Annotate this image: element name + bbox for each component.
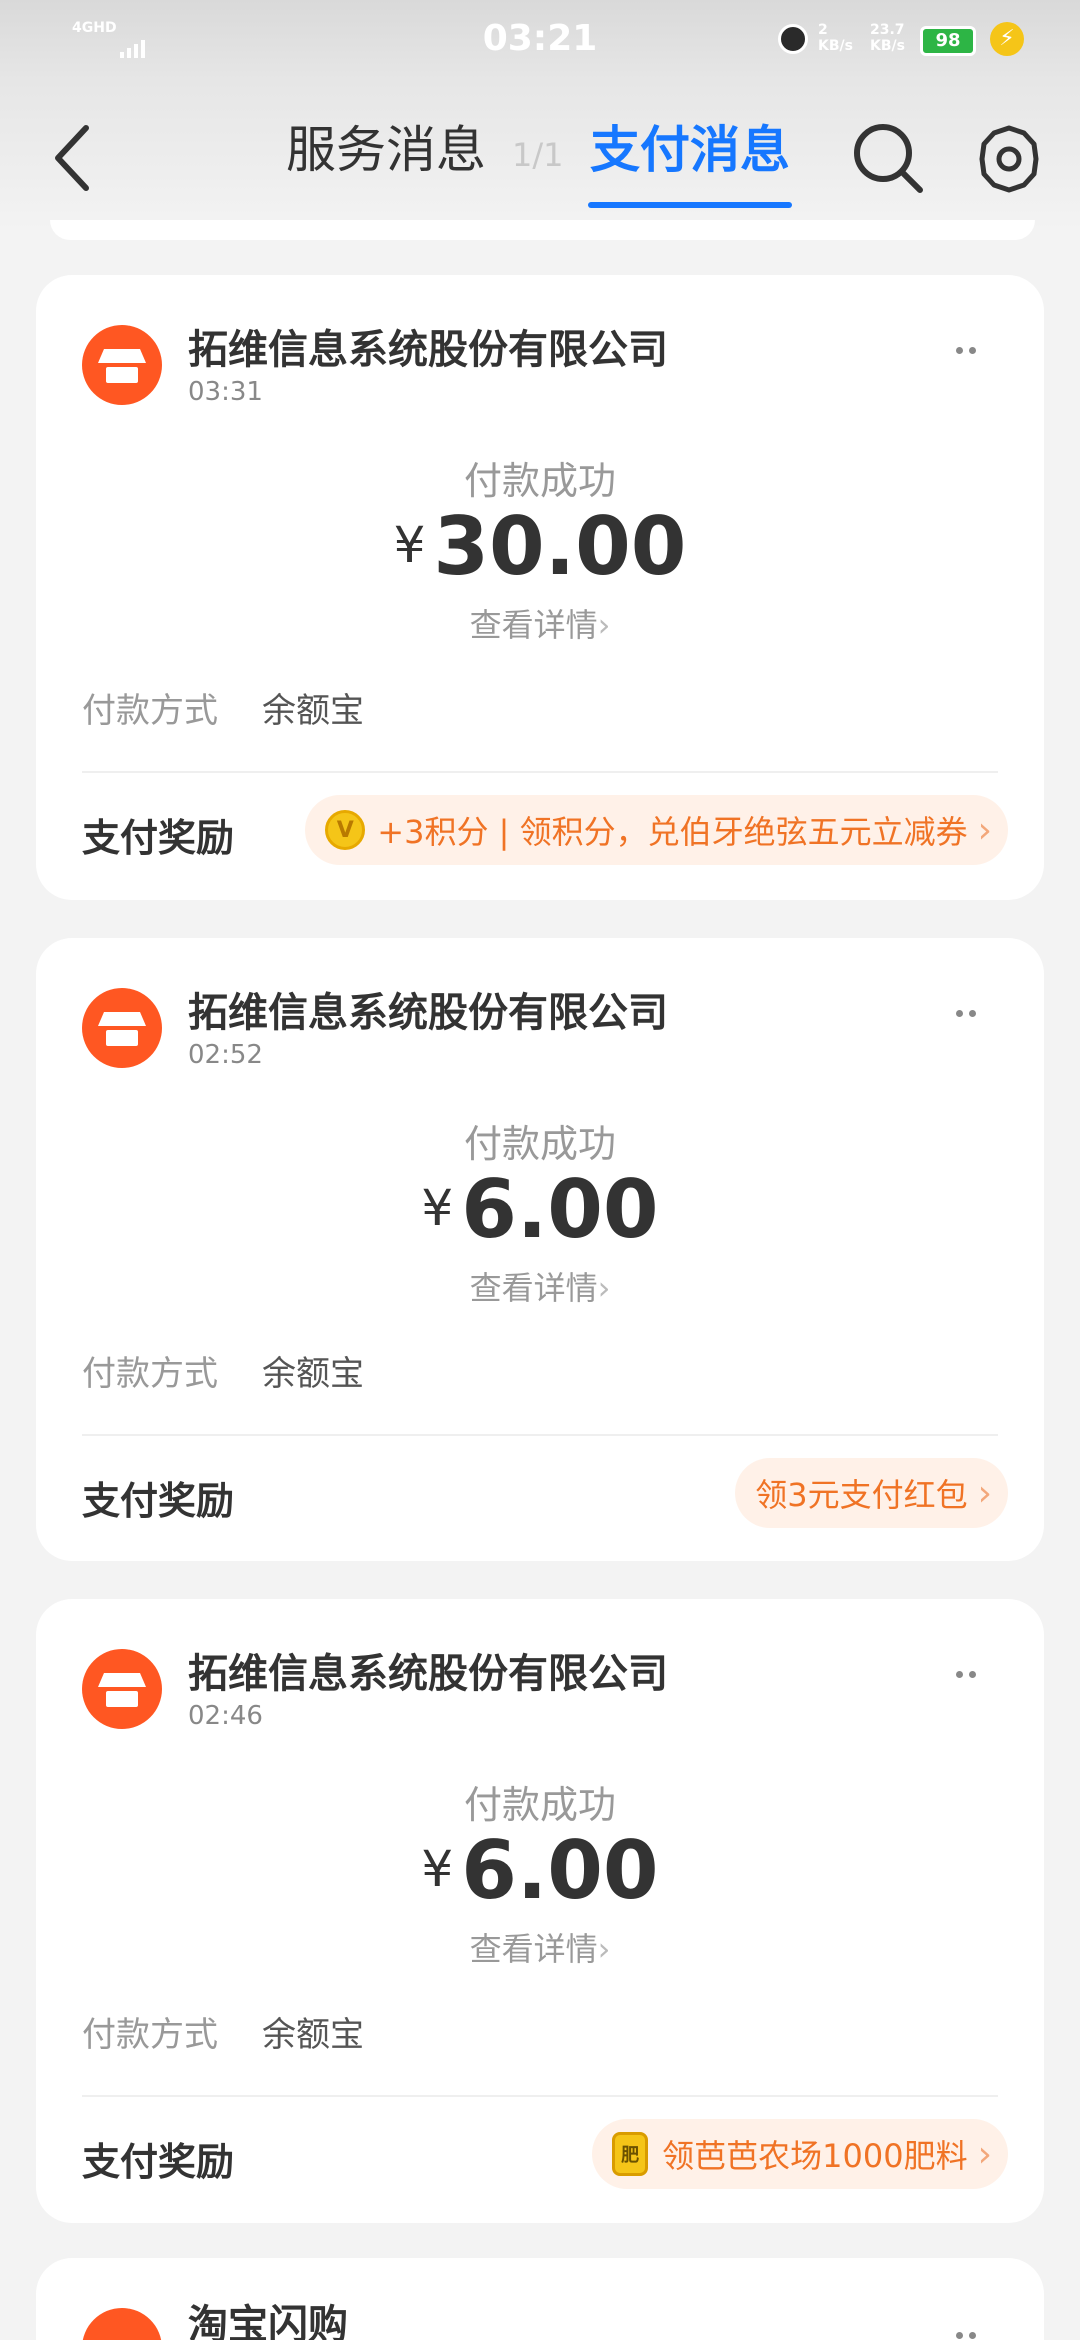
clock: 03:21 <box>482 18 598 59</box>
network-speed-2: 23.7 KB/s <box>870 22 905 54</box>
merchant-name: 拓维信息系统股份有限公司 <box>188 327 668 373</box>
active-tab-indicator <box>588 202 792 208</box>
reward-label: 支付奖励 <box>82 2140 235 2184</box>
chevron-right-icon: › <box>977 809 992 851</box>
divider <box>82 2095 998 2097</box>
payment-method-value: 余额宝 <box>262 1354 364 1394</box>
payment-method-label: 付款方式 <box>82 691 218 731</box>
divider <box>82 1434 998 1436</box>
dot-icon <box>969 1670 976 1678</box>
reward-button[interactable]: 领3元支付红包 › <box>735 1458 1008 1528</box>
amount-row: ¥30.00 <box>36 500 1044 593</box>
currency-symbol: ¥ <box>393 516 426 574</box>
reward-text: 领3元支付红包 <box>755 1476 968 1514</box>
reward-text: +3积分 | 领积分，兑伯牙绝弦五元立减券 <box>377 813 968 851</box>
payment-method-value: 余额宝 <box>262 2015 364 2055</box>
previous-card-edge <box>50 220 1035 240</box>
more-options-button[interactable] <box>936 1659 996 1689</box>
chevron-right-icon: › <box>597 1269 611 1307</box>
store-icon <box>98 1673 146 1707</box>
more-options-button[interactable] <box>936 335 996 365</box>
dot-icon <box>956 1009 963 1017</box>
payment-amount: 6.00 <box>461 1824 659 1917</box>
currency-symbol: ¥ <box>421 1840 454 1898</box>
dot-icon <box>969 346 976 354</box>
charging-icon: ⚡ <box>990 22 1024 56</box>
tab-payment-messages[interactable]: 支付消息 <box>590 110 790 182</box>
payment-card[interactable]: 拓维信息系统股份有限公司 02:46 付款成功 ¥6.00 查看详情› 付款方式… <box>36 1599 1044 2223</box>
payment-method-value: 余额宝 <box>262 691 364 731</box>
header: 服务消息 1/1 支付消息 <box>0 80 1080 230</box>
chevron-right-icon: › <box>977 1472 992 1514</box>
tab-service-messages[interactable]: 服务消息 <box>286 110 486 182</box>
more-options-button[interactable] <box>936 998 996 1028</box>
payment-amount: 6.00 <box>461 1163 659 1256</box>
network-speed: 2 KB/s <box>818 22 853 54</box>
merchant-logo <box>82 988 162 1068</box>
payment-amount: 30.00 <box>433 500 687 593</box>
status-bar: 4GHD 03:21 2 KB/s 23.7 KB/s 98 ⚡ <box>0 0 1080 80</box>
store-icon <box>98 1012 146 1046</box>
payment-status: 付款成功 <box>463 1122 616 1166</box>
page-indicator: 1/1 <box>512 136 564 174</box>
reward-label: 支付奖励 <box>82 816 235 860</box>
view-details-link[interactable]: 查看详情› <box>36 1924 1044 1970</box>
chevron-right-icon: › <box>977 2133 992 2175</box>
amount-row: ¥6.00 <box>36 1163 1044 1256</box>
payment-method-label: 付款方式 <box>82 2015 218 2055</box>
transaction-time: 03:31 <box>188 377 263 407</box>
more-options-button[interactable] <box>936 2320 996 2340</box>
view-details-link[interactable]: 查看详情› <box>36 1263 1044 1309</box>
merchant-logo <box>82 2308 162 2340</box>
dot-icon <box>956 346 963 354</box>
transaction-time: 02:46 <box>188 1701 263 1731</box>
payment-card[interactable]: 淘宝闪购 <box>36 2258 1044 2340</box>
store-icon <box>98 349 146 383</box>
amount-row: ¥6.00 <box>36 1824 1044 1917</box>
reward-button[interactable]: V +3积分 | 领积分，兑伯牙绝弦五元立减券 › <box>305 795 1008 865</box>
search-icon <box>854 124 923 193</box>
payment-status: 付款成功 <box>463 459 616 503</box>
merchant-logo <box>82 1649 162 1729</box>
payment-status: 付款成功 <box>463 1783 616 1827</box>
payment-method-label: 付款方式 <box>82 1354 218 1394</box>
gear-icon <box>979 125 1039 193</box>
dot-icon <box>956 1670 963 1678</box>
payment-card[interactable]: 拓维信息系统股份有限公司 02:52 付款成功 ¥6.00 查看详情› 付款方式… <box>36 938 1044 1561</box>
merchant-name: 拓维信息系统股份有限公司 <box>188 990 668 1036</box>
chevron-right-icon: › <box>597 1930 611 1968</box>
settings-button[interactable] <box>972 122 1046 196</box>
currency-symbol: ¥ <box>421 1179 454 1237</box>
dot-icon <box>956 2331 963 2339</box>
view-details-link[interactable]: 查看详情› <box>36 600 1044 646</box>
merchant-name: 拓维信息系统股份有限公司 <box>188 1651 668 1697</box>
battery-icon: 98 <box>920 26 976 56</box>
merchant-name: 淘宝闪购 <box>188 2302 348 2340</box>
transaction-time: 02:52 <box>188 1040 263 1070</box>
alarm-icon <box>778 24 808 54</box>
merchant-logo <box>82 325 162 405</box>
dot-icon <box>969 1009 976 1017</box>
divider <box>82 771 998 773</box>
dot-icon <box>969 2331 976 2339</box>
chevron-right-icon: › <box>597 606 611 644</box>
search-button[interactable] <box>850 120 926 196</box>
payment-card[interactable]: 拓维信息系统股份有限公司 03:31 付款成功 ¥30.00 查看详情› 付款方… <box>36 275 1044 900</box>
gold-coin-icon: V <box>325 810 366 850</box>
reward-text: 领芭芭农场1000肥料 <box>662 2137 968 2175</box>
reward-label: 支付奖励 <box>82 1479 235 1523</box>
fertilizer-bag-icon: 肥 <box>612 2132 649 2176</box>
reward-button[interactable]: 肥 领芭芭农场1000肥料 › <box>592 2119 1008 2189</box>
back-button[interactable] <box>48 120 98 196</box>
chevron-left-icon <box>55 125 89 191</box>
